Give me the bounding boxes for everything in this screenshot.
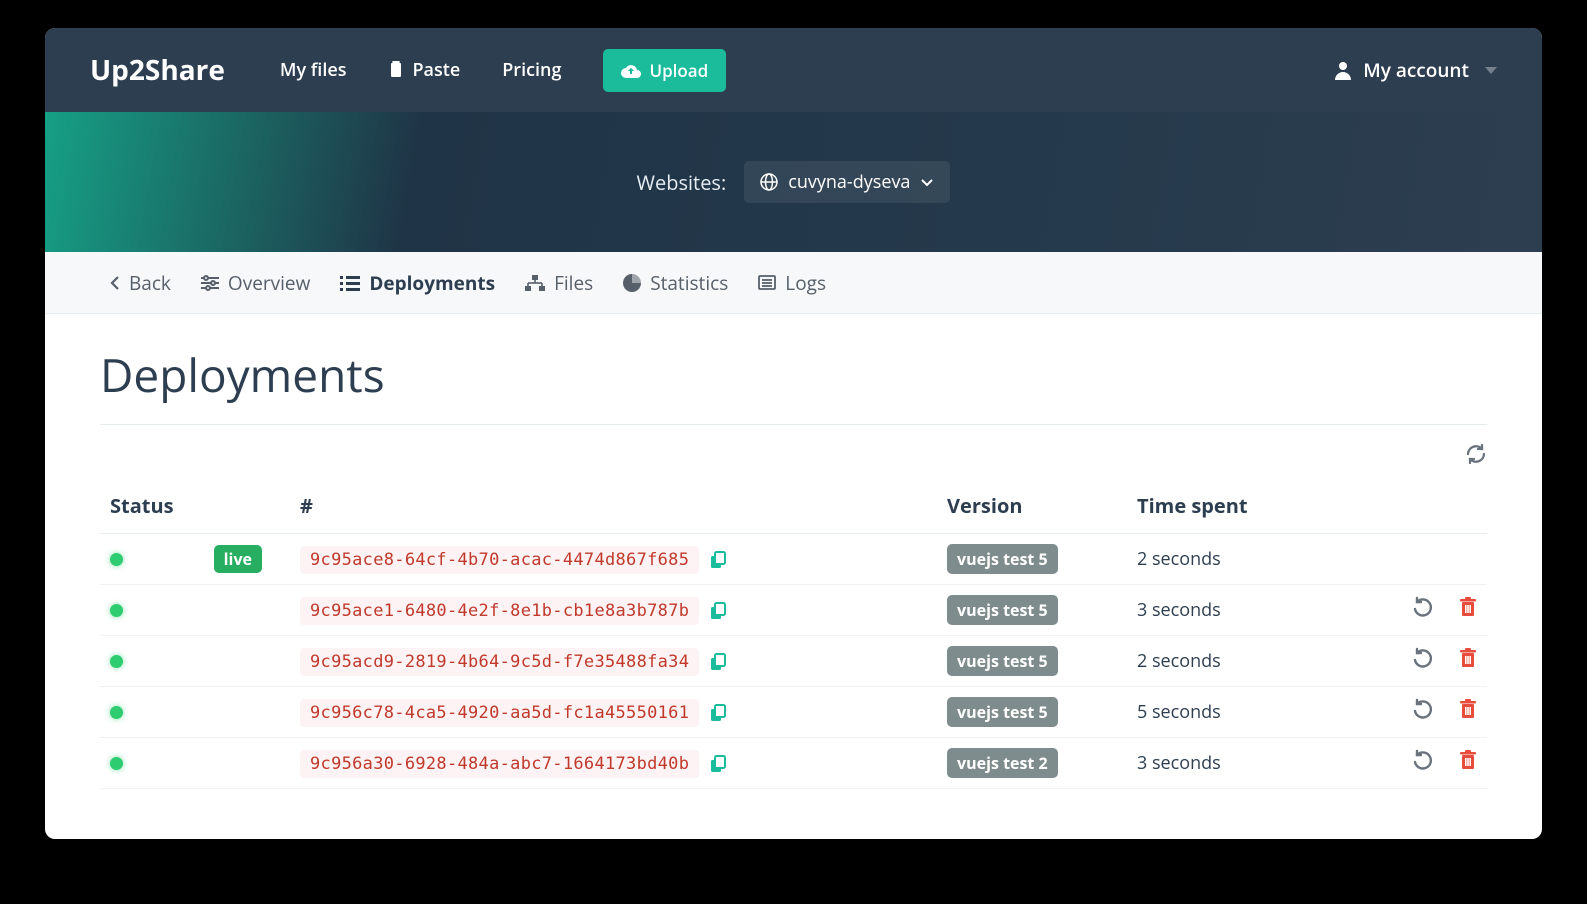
version-badge: vuejs test 5 bbox=[947, 697, 1058, 727]
sub-nav: Back Overview Deployments Files Statisti… bbox=[45, 252, 1542, 314]
status-dot bbox=[110, 706, 123, 719]
delete-button[interactable] bbox=[1459, 648, 1477, 674]
hero-bar: Websites: cuvyna-dyseva bbox=[45, 112, 1542, 252]
delete-button[interactable] bbox=[1459, 699, 1477, 725]
chart-pie-icon bbox=[623, 274, 641, 292]
rollback-button[interactable] bbox=[1413, 596, 1435, 624]
rollback-button[interactable] bbox=[1413, 749, 1435, 777]
status-dot bbox=[110, 553, 123, 566]
table-row: 9c95ace1-6480-4e2f-8e1b-cb1e8a3b787b vuej… bbox=[100, 585, 1487, 636]
deployment-hash: 9c95ace8-64cf-4b70-acac-4474d867f685 bbox=[300, 546, 699, 574]
th-hash: # bbox=[290, 478, 937, 534]
version-badge: vuejs test 5 bbox=[947, 544, 1058, 574]
rollback-button[interactable] bbox=[1413, 698, 1435, 726]
account-label: My account bbox=[1363, 57, 1469, 83]
th-version: Version bbox=[937, 478, 1127, 534]
clipboard-icon bbox=[388, 61, 404, 79]
sliders-icon bbox=[201, 275, 219, 291]
subnav-logs[interactable]: Logs bbox=[758, 270, 826, 296]
deployments-table: Status # Version Time spent live 9c95ace8… bbox=[100, 478, 1487, 789]
copy-button[interactable] bbox=[709, 551, 727, 569]
deployment-hash: 9c95acd9-2819-4b64-9c5d-f7e35488fa34 bbox=[300, 648, 699, 676]
website-select[interactable]: cuvyna-dyseva bbox=[744, 161, 950, 203]
chevron-left-icon bbox=[110, 275, 120, 291]
th-actions bbox=[1377, 478, 1487, 534]
table-header-row: Status # Version Time spent bbox=[100, 478, 1487, 534]
content: Deployments Status # Version Time spent … bbox=[45, 314, 1542, 839]
upload-button[interactable]: Upload bbox=[603, 49, 726, 92]
copy-button[interactable] bbox=[709, 704, 727, 722]
subnav-deployments-label: Deployments bbox=[369, 270, 495, 296]
subnav-overview-label: Overview bbox=[228, 270, 310, 296]
brand-logo[interactable]: Up2Share bbox=[90, 51, 225, 89]
account-menu[interactable]: My account bbox=[1333, 57, 1497, 83]
copy-button[interactable] bbox=[709, 602, 727, 620]
version-badge: vuejs test 2 bbox=[947, 748, 1058, 778]
subnav-back-label: Back bbox=[129, 270, 171, 296]
th-time: Time spent bbox=[1127, 478, 1377, 534]
nav-pricing[interactable]: Pricing bbox=[502, 58, 561, 82]
subnav-back[interactable]: Back bbox=[110, 270, 171, 296]
deployment-hash: 9c956a30-6928-484a-abc7-1664173bd40b bbox=[300, 750, 699, 778]
websites-label: Websites: bbox=[637, 169, 727, 196]
table-row: 9c95acd9-2819-4b64-9c5d-f7e35488fa34 vuej… bbox=[100, 636, 1487, 687]
sitemap-icon bbox=[525, 275, 545, 291]
cloud-upload-icon bbox=[621, 63, 641, 78]
subnav-deployments[interactable]: Deployments bbox=[340, 270, 495, 296]
upload-button-label: Upload bbox=[649, 59, 708, 82]
refresh-icon bbox=[1465, 443, 1487, 465]
table-row: live 9c95ace8-64cf-4b70-acac-4474d867f685… bbox=[100, 534, 1487, 585]
topbar: Up2Share My files Paste Pricing Upload M… bbox=[45, 28, 1542, 112]
subnav-statistics[interactable]: Statistics bbox=[623, 270, 728, 296]
list-icon bbox=[758, 275, 776, 290]
copy-button[interactable] bbox=[709, 755, 727, 773]
delete-button[interactable] bbox=[1459, 597, 1477, 623]
time-spent: 2 seconds bbox=[1127, 534, 1377, 585]
time-spent: 2 seconds bbox=[1127, 636, 1377, 687]
table-toolbar bbox=[100, 425, 1487, 478]
subnav-overview[interactable]: Overview bbox=[201, 270, 310, 296]
time-spent: 3 seconds bbox=[1127, 585, 1377, 636]
status-dot bbox=[110, 604, 123, 617]
copy-button[interactable] bbox=[709, 653, 727, 671]
user-icon bbox=[1333, 60, 1353, 80]
version-badge: vuejs test 5 bbox=[947, 595, 1058, 625]
subnav-files[interactable]: Files bbox=[525, 270, 593, 296]
status-dot bbox=[110, 655, 123, 668]
table-row: 9c956c78-4ca5-4920-aa5d-fc1a45550161 vuej… bbox=[100, 687, 1487, 738]
subnav-logs-label: Logs bbox=[785, 270, 826, 296]
th-status: Status bbox=[100, 478, 290, 534]
time-spent: 5 seconds bbox=[1127, 687, 1377, 738]
rollback-button[interactable] bbox=[1413, 647, 1435, 675]
nav-paste[interactable]: Paste bbox=[388, 58, 460, 82]
caret-down-icon bbox=[1485, 67, 1497, 74]
refresh-button[interactable] bbox=[1465, 443, 1487, 470]
website-selected: cuvyna-dyseva bbox=[788, 170, 910, 194]
subnav-statistics-label: Statistics bbox=[650, 270, 728, 296]
nav-links: My files Paste Pricing Upload bbox=[280, 49, 726, 92]
subnav-files-label: Files bbox=[554, 270, 593, 296]
version-badge: vuejs test 5 bbox=[947, 646, 1058, 676]
list-check-icon bbox=[340, 275, 360, 291]
delete-button[interactable] bbox=[1459, 750, 1477, 776]
app-window: Up2Share My files Paste Pricing Upload M… bbox=[45, 28, 1542, 839]
page-title: Deployments bbox=[100, 344, 1487, 425]
nav-paste-label: Paste bbox=[412, 58, 460, 82]
chevron-down-icon bbox=[920, 178, 934, 187]
deployment-hash: 9c956c78-4ca5-4920-aa5d-fc1a45550161 bbox=[300, 699, 699, 727]
status-dot bbox=[110, 757, 123, 770]
time-spent: 3 seconds bbox=[1127, 738, 1377, 789]
table-row: 9c956a30-6928-484a-abc7-1664173bd40b vuej… bbox=[100, 738, 1487, 789]
live-badge: live bbox=[214, 545, 262, 573]
globe-icon bbox=[760, 173, 778, 191]
nav-my-files[interactable]: My files bbox=[280, 58, 347, 82]
deployment-hash: 9c95ace1-6480-4e2f-8e1b-cb1e8a3b787b bbox=[300, 597, 699, 625]
